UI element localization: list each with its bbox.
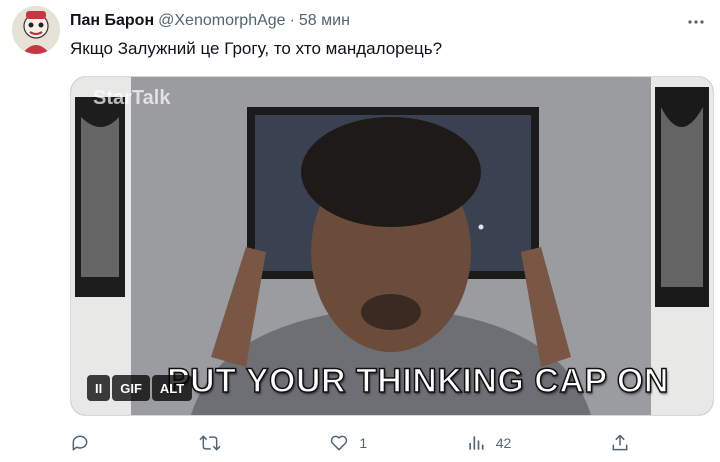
pause-button[interactable]: II <box>87 375 111 401</box>
share-icon <box>612 434 628 451</box>
avatar[interactable] <box>12 6 60 54</box>
gif-badge: GIF <box>112 375 150 401</box>
avatar-image <box>12 6 60 54</box>
media-badges: II GIF ALT <box>87 375 193 401</box>
more-button[interactable] <box>682 8 710 36</box>
retweet-button[interactable] <box>199 433 231 453</box>
alt-button[interactable]: ALT <box>151 375 193 401</box>
timestamp[interactable]: 58 мин <box>299 12 350 30</box>
gif-caption: PUT YOUR THINKING CAP ON <box>166 361 669 401</box>
views-button[interactable]: 42 <box>466 433 512 453</box>
like-count: 1 <box>359 435 368 451</box>
retweet-icon <box>199 435 221 451</box>
more-icon <box>688 20 704 24</box>
views-count: 42 <box>495 435 512 451</box>
views-icon <box>469 436 484 450</box>
media-gif[interactable]: StarTalk PUT YOUR THINKING CAP ON II GIF… <box>70 76 714 416</box>
reply-button[interactable] <box>70 433 100 453</box>
like-button[interactable]: 1 <box>329 433 367 453</box>
action-bar: 1 42 <box>70 428 630 458</box>
reply-icon <box>72 435 88 451</box>
separator-dot: · <box>289 12 295 29</box>
tweet-header: Пан Барон @XenomorphAge · 58 мин <box>70 10 350 32</box>
share-button[interactable] <box>610 433 630 453</box>
heart-icon <box>331 435 348 451</box>
watermark: StarTalk <box>93 87 171 109</box>
user-handle[interactable]: @XenomorphAge <box>158 12 285 30</box>
display-name[interactable]: Пан Барон <box>70 12 154 30</box>
tweet-text: Якщо Залужний це Грогу, то хто мандалоре… <box>70 39 443 58</box>
